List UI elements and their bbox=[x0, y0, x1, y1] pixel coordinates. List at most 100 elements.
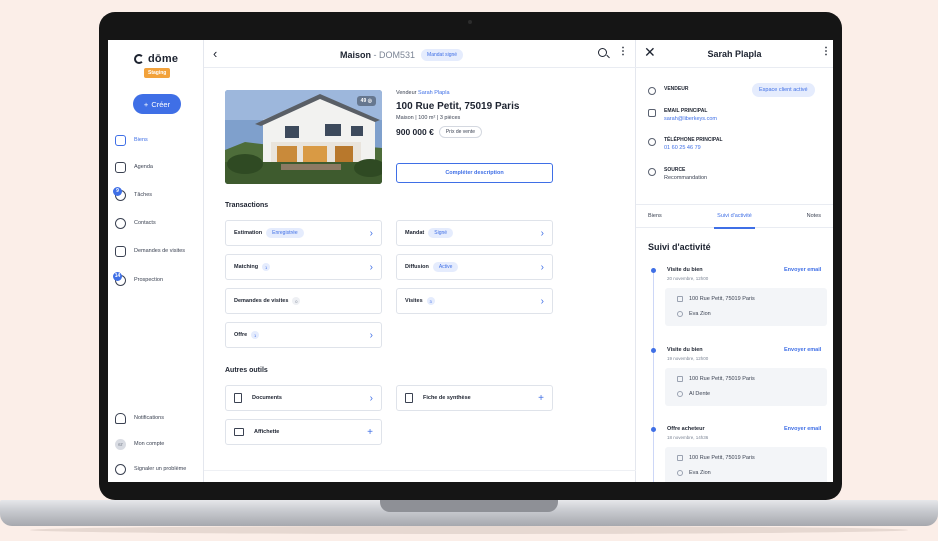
status-chip: Enregistrée bbox=[266, 228, 304, 238]
sidebar: dōme Staging + Créer Biens Agenda 9 Tâch… bbox=[108, 40, 204, 482]
app-screen: dōme Staging + Créer Biens Agenda 9 Tâch… bbox=[108, 40, 833, 482]
chevron-right-icon: › bbox=[540, 227, 544, 239]
mail-icon bbox=[648, 109, 656, 117]
sidebar-item-report[interactable]: Signaler un problème bbox=[115, 460, 203, 478]
card-label: Diffusion bbox=[405, 264, 429, 270]
logo: dōme bbox=[134, 53, 178, 65]
contact-tabs: Biens Suivi d'activité Notes bbox=[636, 204, 833, 229]
more-icon[interactable]: ⋮ bbox=[618, 46, 628, 57]
person-icon bbox=[677, 391, 683, 397]
more-icon[interactable]: ⋮ bbox=[821, 46, 831, 57]
bell-icon bbox=[115, 412, 126, 424]
contact-header: ✕ Sarah Plapla ⋮ bbox=[636, 40, 833, 68]
card-offre[interactable]: Offre 1 › bbox=[225, 322, 382, 348]
timeline-dot bbox=[651, 427, 656, 432]
phone-value[interactable]: 01 60 25 46 79 bbox=[664, 145, 723, 151]
event-title: Visite du bien bbox=[667, 347, 703, 353]
event-person: Eva Zion bbox=[677, 470, 711, 476]
title-ref: DOM531 bbox=[379, 50, 416, 60]
contact-name: Sarah Plapla bbox=[707, 49, 762, 59]
target-icon: 14 bbox=[113, 271, 126, 286]
card-demandes-visites[interactable]: Demandes de visites 0 bbox=[225, 288, 382, 314]
sidebar-item-taches[interactable]: 9 Tâches bbox=[113, 186, 203, 204]
camera-icon: ◎ bbox=[367, 98, 372, 104]
laptop-base bbox=[0, 500, 938, 526]
sidebar-item-notifications[interactable]: Notifications bbox=[115, 409, 203, 427]
help-icon bbox=[115, 463, 126, 475]
house-icon bbox=[677, 455, 683, 461]
event-details: 100 Rue Petit, 75019 Paris Eva Zion bbox=[665, 447, 827, 482]
event-person-text: Al Dente bbox=[689, 391, 711, 397]
camera bbox=[468, 20, 472, 24]
inbox-icon bbox=[115, 245, 126, 257]
sidebar-item-label: Prospection bbox=[134, 277, 164, 283]
back-chevron-icon[interactable]: ‹ bbox=[213, 46, 217, 61]
prospection-count-badge: 14 bbox=[113, 271, 122, 281]
card-affichette[interactable]: Affichette + bbox=[225, 419, 382, 445]
email-value[interactable]: sarah@liberkeys.com bbox=[664, 116, 717, 122]
sidebar-item-prospection[interactable]: 14 Prospection bbox=[113, 271, 203, 289]
seller-prefix: Vendeur bbox=[396, 90, 417, 96]
event-title: Offre acheteur bbox=[667, 426, 705, 432]
sidebar-item-agenda[interactable]: Agenda bbox=[115, 158, 203, 176]
sidebar-item-demandes[interactable]: Demandes de visites bbox=[115, 242, 203, 260]
card-label: Demandes de visites bbox=[234, 298, 289, 304]
card-label: Matching bbox=[234, 264, 259, 270]
tab-notes[interactable]: Notes bbox=[763, 204, 833, 228]
laptop-shadow bbox=[30, 526, 908, 534]
sidebar-item-account[interactable]: ST Mon compte bbox=[115, 435, 203, 453]
source-label: SOURCE bbox=[664, 167, 686, 173]
count-chip: 3 bbox=[426, 297, 435, 305]
send-email-link[interactable]: Envoyer email bbox=[784, 347, 821, 353]
card-label: Visites bbox=[405, 298, 423, 304]
event-address-text: 100 Rue Petit, 75019 Paris bbox=[689, 296, 755, 302]
send-email-link[interactable]: Envoyer email bbox=[784, 267, 821, 273]
card-label: Estimation bbox=[234, 230, 263, 236]
send-email-link[interactable]: Envoyer email bbox=[784, 426, 821, 432]
person-icon bbox=[677, 311, 683, 317]
calendar-icon bbox=[115, 161, 126, 173]
search-icon[interactable] bbox=[598, 48, 607, 57]
house-icon bbox=[677, 376, 683, 382]
property-photo[interactable]: 49 ◎ bbox=[225, 90, 382, 184]
plus-icon: + bbox=[143, 99, 149, 109]
sidebar-item-contacts[interactable]: Contacts bbox=[115, 214, 203, 232]
phone-label: TÉLÉPHONE PRINCIPAL bbox=[664, 137, 723, 143]
timeline-dot bbox=[651, 268, 656, 273]
complete-description-button[interactable]: Compléter description bbox=[396, 163, 553, 183]
chevron-right-icon: › bbox=[369, 227, 373, 239]
seller-link[interactable]: Sarah Plapla bbox=[418, 90, 450, 96]
tab-suivi[interactable]: Suivi d'activité bbox=[706, 204, 764, 229]
sidebar-item-label: Notifications bbox=[134, 415, 164, 421]
sidebar-item-label: Contacts bbox=[134, 220, 156, 226]
card-label: Documents bbox=[252, 395, 282, 401]
top-bar: ‹ Maison - DOM531 Mandat signé ⋮ bbox=[204, 40, 636, 68]
create-button[interactable]: + Créer bbox=[133, 94, 181, 114]
document-icon bbox=[234, 393, 242, 403]
photo-count: 49 ◎ bbox=[356, 96, 376, 106]
main-content: ‹ Maison - DOM531 Mandat signé ⋮ 49 ◎ Ve… bbox=[204, 40, 636, 482]
event-person-text: Eva Zion bbox=[689, 470, 711, 476]
event-date: 19 novembre, 12h00 bbox=[667, 356, 709, 361]
chevron-right-icon: › bbox=[369, 329, 373, 341]
count-chip: 1 bbox=[251, 331, 260, 339]
card-matching[interactable]: Matching 1 › bbox=[225, 254, 382, 280]
card-fiche-synthese[interactable]: Fiche de synthèse + bbox=[396, 385, 553, 411]
house-icon bbox=[115, 134, 126, 146]
chevron-right-icon: › bbox=[369, 261, 373, 273]
card-mandat[interactable]: Mandat Signé › bbox=[396, 220, 553, 246]
card-label: Mandat bbox=[405, 230, 425, 236]
property-address: 100 Rue Petit, 75019 Paris bbox=[396, 101, 520, 112]
card-visites[interactable]: Visites 3 › bbox=[396, 288, 553, 314]
phone-field: TÉLÉPHONE PRINCIPAL 01 60 25 46 79 bbox=[648, 137, 828, 151]
plus-icon: + bbox=[367, 426, 373, 438]
sidebar-item-biens[interactable]: Biens bbox=[115, 131, 203, 149]
property-price: 900 000 € bbox=[396, 127, 434, 137]
card-estimation[interactable]: Estimation Enregistrée › bbox=[225, 220, 382, 246]
event-address: 100 Rue Petit, 75019 Paris bbox=[677, 455, 755, 461]
sidebar-item-label: Tâches bbox=[134, 192, 153, 198]
sidebar-item-label: Agenda bbox=[134, 164, 153, 170]
tab-biens[interactable]: Biens bbox=[636, 204, 706, 228]
card-diffusion[interactable]: Diffusion Active › bbox=[396, 254, 553, 280]
card-documents[interactable]: Documents › bbox=[225, 385, 382, 411]
